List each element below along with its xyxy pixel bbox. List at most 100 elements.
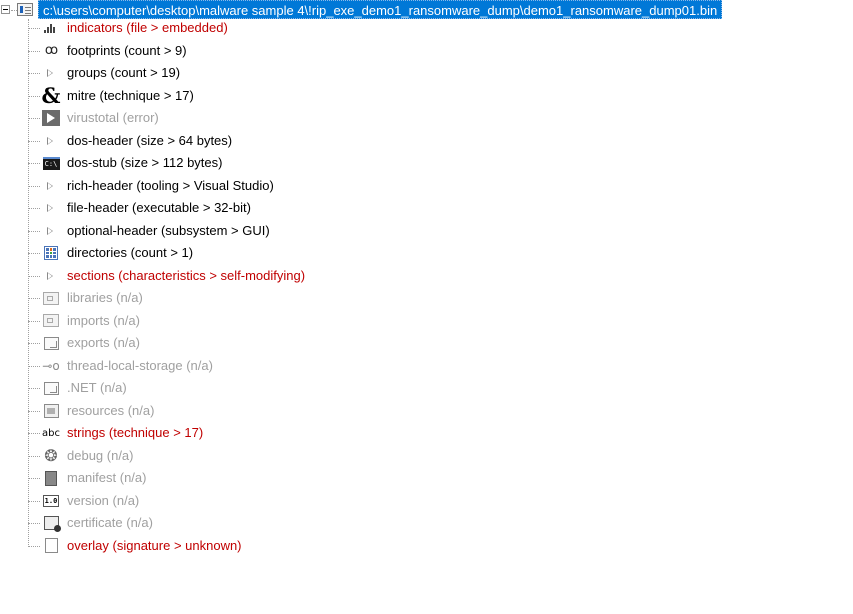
- tree-node-label[interactable]: footprints (count > 9): [67, 40, 187, 62]
- tree-connector: [28, 320, 40, 322]
- tree-node-sections[interactable]: sections (characteristics > self-modifyi…: [28, 265, 828, 287]
- tree-node-libraries[interactable]: libraries (n/a): [28, 287, 828, 309]
- tree-node-label[interactable]: manifest (n/a): [67, 467, 146, 489]
- file-icon: [17, 3, 33, 16]
- import-icon: [40, 311, 62, 331]
- tree-node-label[interactable]: sections (characteristics > self-modifyi…: [67, 265, 305, 287]
- tree-node-manifest[interactable]: manifest (n/a): [28, 467, 828, 489]
- tree-node-label[interactable]: imports (n/a): [67, 310, 140, 332]
- tree-node-label[interactable]: mitre (technique > 17): [67, 85, 194, 107]
- tree-node-certificate[interactable]: certificate (n/a): [28, 512, 828, 534]
- tls-icon: ⊸o: [40, 356, 62, 376]
- tree-node-label[interactable]: groups (count > 19): [67, 62, 180, 84]
- footprints-icon: ꝏ: [40, 41, 62, 61]
- tree-node-directories[interactable]: directories (count > 1): [28, 242, 828, 264]
- tree-node-label[interactable]: overlay (signature > unknown): [67, 535, 242, 557]
- manifest-icon: [40, 468, 62, 488]
- tree-connector: [28, 478, 40, 479]
- tree-node-label[interactable]: thread-local-storage (n/a): [67, 355, 213, 377]
- tree-node-virustotal[interactable]: virustotal (error): [28, 107, 828, 129]
- tree-node-mitre[interactable]: & mitre (technique > 17): [28, 85, 828, 107]
- tree-node-resources[interactable]: resources (n/a): [28, 400, 828, 422]
- document-icon: [40, 536, 62, 556]
- tree-node-imports[interactable]: imports (n/a): [28, 310, 828, 332]
- tree-node-rich-header[interactable]: rich-header (tooling > Visual Studio): [28, 175, 828, 197]
- tree-node-net[interactable]: .NET (n/a): [28, 377, 828, 399]
- tree-connector: [28, 388, 40, 389]
- console-icon: C:\: [40, 153, 62, 173]
- tree-node-dos-stub[interactable]: C:\ dos-stub (size > 112 bytes): [28, 152, 828, 174]
- tree-connector: [28, 433, 40, 434]
- resources-icon: [40, 401, 62, 421]
- tree-node-label[interactable]: virustotal (error): [67, 107, 159, 129]
- tree-connector: [28, 523, 40, 524]
- tree-node-optional-header[interactable]: optional-header (subsystem > GUI): [28, 220, 828, 242]
- tree-node-label[interactable]: libraries (n/a): [67, 287, 143, 309]
- tree-node-label[interactable]: resources (n/a): [67, 400, 154, 422]
- tree-node-thread-local-storage[interactable]: ⊸o thread-local-storage (n/a): [28, 355, 828, 377]
- tree-node-label[interactable]: indicators (file > embedded): [67, 17, 228, 39]
- file-tree: c:\users\computer\desktop\malware sample…: [0, 0, 853, 614]
- tree-node-exports[interactable]: exports (n/a): [28, 332, 828, 354]
- tls-icon-glyph: ⊸o: [42, 358, 60, 373]
- tree-connector: [28, 365, 40, 367]
- tree-connector: [28, 28, 40, 29]
- tree-connector: [28, 545, 40, 547]
- tree-node-label[interactable]: rich-header (tooling > Visual Studio): [67, 175, 274, 197]
- tree-node-debug[interactable]: ❂ debug (n/a): [28, 445, 828, 467]
- tree-connector: [28, 275, 40, 277]
- footprints-icon-glyph: ꝏ: [44, 43, 58, 58]
- library-icon: [40, 288, 62, 308]
- collapse-toggle[interactable]: [1, 5, 10, 14]
- tree-node-label[interactable]: optional-header (subsystem > GUI): [67, 220, 270, 242]
- version-icon: 1.0: [40, 491, 62, 511]
- ampersand-icon: &: [41, 82, 61, 108]
- arrow-icon: [40, 131, 62, 151]
- tree-node-label[interactable]: dos-stub (size > 112 bytes): [67, 152, 222, 174]
- tree-node-label[interactable]: debug (n/a): [67, 445, 134, 467]
- strings-icon: abc: [40, 423, 62, 443]
- bar-chart-icon: [40, 18, 62, 38]
- tree-connector: [28, 343, 40, 344]
- tree-node-label[interactable]: exports (n/a): [67, 332, 140, 354]
- dotnet-icon: [40, 378, 62, 398]
- tree-connector: [28, 208, 40, 209]
- tree-connector: [28, 73, 40, 74]
- arrow-icon: [40, 221, 62, 241]
- tree-connector: [28, 163, 40, 164]
- certificate-icon: [40, 513, 62, 533]
- tree-connector: [28, 455, 40, 457]
- tree-connector: [28, 95, 40, 97]
- tree-connector: [28, 118, 40, 119]
- tree-node-label[interactable]: dos-header (size > 64 bytes): [67, 130, 232, 152]
- tree-node-footprints[interactable]: ꝏ footprints (count > 9): [28, 40, 828, 62]
- tree-node-label[interactable]: directories (count > 1): [67, 242, 193, 264]
- tree-connector: [28, 410, 40, 412]
- arrow-icon: [40, 176, 62, 196]
- tree-node-indicators[interactable]: indicators (file > embedded): [28, 17, 828, 39]
- tree-node-label[interactable]: .NET (n/a): [67, 377, 127, 399]
- bug-icon: ❂: [44, 446, 58, 465]
- tree-node-file-header[interactable]: file-header (executable > 32-bit): [28, 197, 828, 219]
- tree-connector: [28, 500, 40, 502]
- tree-node-strings[interactable]: abc strings (technique > 17): [28, 422, 828, 444]
- tree-node-groups[interactable]: groups (count > 19): [28, 62, 828, 84]
- tree-node-label[interactable]: version (n/a): [67, 490, 139, 512]
- tree-node-dos-header[interactable]: dos-header (size > 64 bytes): [28, 130, 828, 152]
- tree-node-version[interactable]: 1.0 version (n/a): [28, 490, 828, 512]
- tree-connector: [28, 50, 40, 52]
- tree-connector: [28, 298, 40, 299]
- console-icon-glyph: C:\: [42, 156, 60, 170]
- tree-connector: [28, 253, 40, 254]
- tree-connector: [28, 230, 40, 232]
- tree-node-label[interactable]: strings (technique > 17): [67, 422, 203, 444]
- tree-connector: [28, 185, 40, 187]
- export-icon: [40, 333, 62, 353]
- tree-node-label[interactable]: file-header (executable > 32-bit): [67, 197, 251, 219]
- arrow-icon: [40, 198, 62, 218]
- virustotal-icon: [40, 108, 62, 128]
- tree-node-overlay[interactable]: overlay (signature > unknown): [28, 535, 828, 557]
- version-icon-glyph: 1.0: [43, 494, 59, 507]
- tree-node-label[interactable]: certificate (n/a): [67, 512, 153, 534]
- strings-icon-glyph: abc: [42, 427, 60, 439]
